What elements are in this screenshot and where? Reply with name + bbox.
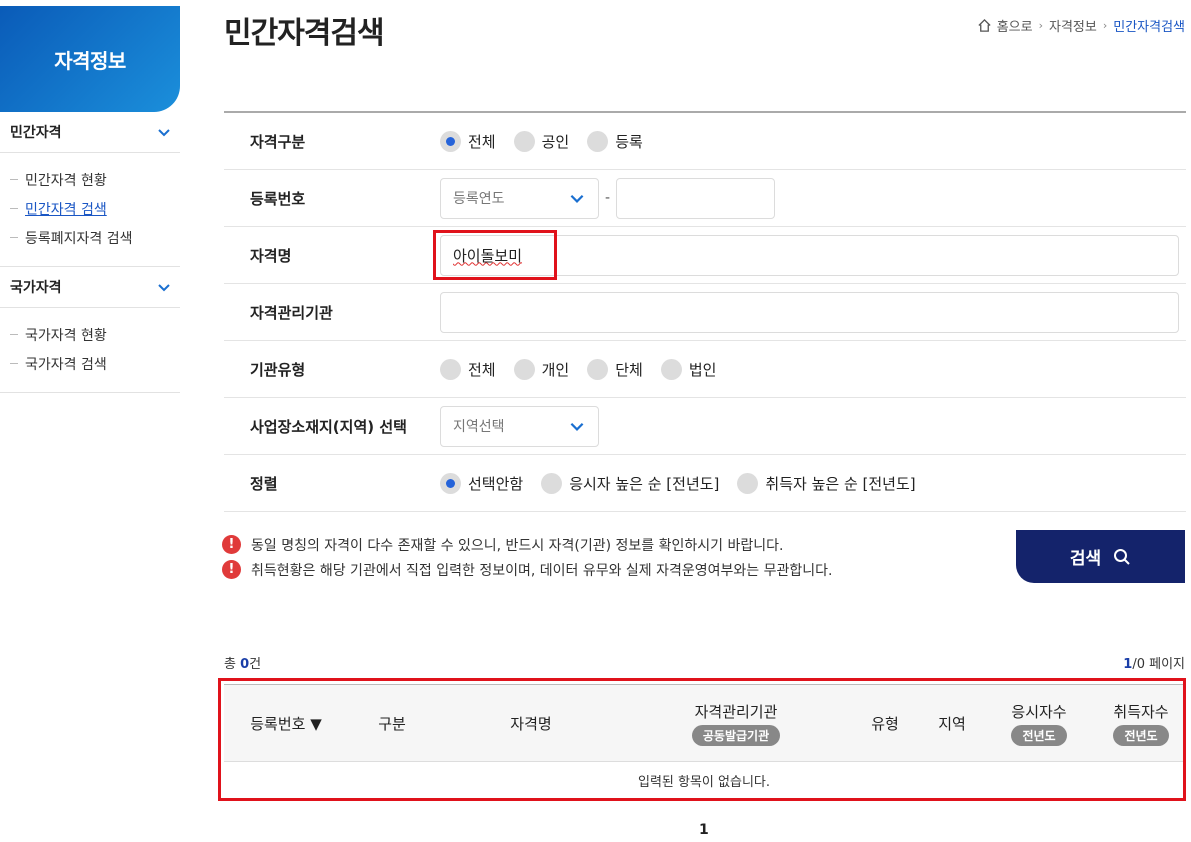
sidebar-group-head-private[interactable]: 민간자격	[0, 111, 180, 153]
sidebar-group-head-national[interactable]: 국가자격	[0, 266, 180, 308]
sidebar-sublist: 민간자격 현황 민간자격 검색 등록폐지자격 검색	[0, 153, 180, 267]
page-title: 민간자격검색	[224, 16, 385, 51]
radio-sort-none[interactable]: 선택안함	[440, 472, 523, 494]
agency-label: 자격관리기관	[250, 303, 333, 322]
dash-icon	[10, 237, 18, 238]
radio-dot	[737, 472, 759, 494]
radio-category-certified[interactable]: 공인	[513, 130, 569, 152]
region-label: 사업장소재지(지역) 선택	[250, 417, 407, 436]
sidebar-item-national-search[interactable]: 국가자격 검색	[0, 349, 180, 378]
dash-icon	[10, 334, 18, 335]
notice-list: ! 동일 명칭의 자격이 다수 존재할 수 있으니, 반드시 자격(기관) 정보…	[222, 532, 832, 582]
exclamation-icon: !	[222, 560, 241, 579]
radio-sort-acquirers[interactable]: 취득자 높은 순 [전년도]	[737, 472, 916, 494]
highlight-box	[218, 678, 1186, 801]
sidebar-title: 자격정보	[0, 6, 180, 112]
region-select[interactable]: 지역선택	[440, 405, 599, 447]
form-row-reg-number: 등록번호 등록연도 -	[224, 170, 1186, 227]
reg-year-select[interactable]: 등록연도	[440, 177, 599, 219]
breadcrumb-separator-icon: ›	[1038, 19, 1043, 32]
sidebar-item-private-search[interactable]: 민간자격 검색	[0, 194, 180, 223]
exclamation-icon: !	[222, 535, 241, 554]
pagination-current[interactable]: 1	[699, 822, 709, 838]
highlight-box	[433, 229, 557, 280]
form-row-agency: 자격관리기관	[224, 284, 1186, 341]
radio-agency-type-group[interactable]: 단체	[587, 358, 643, 380]
home-icon	[978, 18, 991, 32]
form-row-category: 자격구분 전체 공인 등록	[224, 113, 1186, 170]
radio-category-all[interactable]: 전체	[440, 130, 496, 152]
reg-number-input[interactable]	[616, 177, 776, 219]
sidebar-sublist: 국가자격 현황 국가자격 검색	[0, 308, 180, 393]
radio-agency-type-all[interactable]: 전체	[440, 358, 496, 380]
search-form: 자격구분 전체 공인 등록 등록번호 등록연도 - 자격명 아이돌보미 자격관리…	[224, 111, 1186, 512]
breadcrumb-home[interactable]: 홈으로	[997, 16, 1033, 35]
search-button[interactable]: 검색	[1016, 530, 1185, 583]
sidebar-group-label: 민간자격	[10, 124, 62, 141]
form-row-region: 사업장소재지(지역) 선택 지역선택	[224, 398, 1186, 455]
radio-dot	[587, 130, 609, 152]
breadcrumb-separator-icon: ›	[1102, 19, 1108, 32]
chevron-down-icon	[570, 194, 584, 203]
breadcrumb-section[interactable]: 자격정보	[1049, 16, 1097, 35]
name-input-wrap: 아이돌보미	[433, 229, 1179, 280]
agency-type-label: 기관유형	[250, 360, 306, 379]
radio-sort-applicants[interactable]: 응시자 높은 순 [전년도]	[541, 472, 719, 494]
radio-dot	[440, 130, 461, 152]
radio-dot	[440, 358, 461, 380]
dash-icon	[10, 208, 18, 209]
breadcrumb-current[interactable]: 민간자격검색	[1113, 16, 1185, 35]
chevron-down-icon	[570, 422, 584, 431]
notice-item: ! 취득현황은 해당 기관에서 직접 입력한 정보이며, 데이터 유무와 실제 …	[222, 557, 832, 582]
reg-number-label: 등록번호	[250, 189, 306, 208]
radio-dot	[440, 472, 461, 494]
sidebar-group-national: 국가자격 국가자격 현황 국가자격 검색	[0, 266, 180, 393]
sidebar-item-private-status[interactable]: 민간자격 현황	[0, 165, 180, 194]
result-total: 총 0건	[224, 657, 262, 672]
result-count: 0	[240, 657, 250, 672]
notice-item: ! 동일 명칭의 자격이 다수 존재할 수 있으니, 반드시 자격(기관) 정보…	[222, 532, 832, 557]
sidebar-group-private: 민간자격 민간자격 현황 민간자격 검색 등록폐지자격 검색	[0, 111, 180, 267]
name-label: 자격명	[250, 246, 292, 265]
form-row-name: 자격명 아이돌보미	[224, 227, 1186, 284]
sidebar-item-revoked-search[interactable]: 등록폐지자격 검색	[0, 223, 180, 252]
agency-input[interactable]	[440, 291, 1179, 333]
chevron-down-icon	[158, 128, 170, 136]
category-label: 자격구분	[250, 132, 306, 151]
sidebar-item-national-status[interactable]: 국가자격 현황	[0, 320, 180, 349]
radio-dot	[660, 358, 682, 380]
chevron-down-icon	[158, 283, 170, 291]
reg-number-separator: -	[605, 190, 611, 206]
form-row-sort: 정렬 선택안함 응시자 높은 순 [전년도] 취득자 높은 순 [전년도]	[224, 455, 1186, 512]
sidebar-group-label: 국가자격	[10, 279, 62, 296]
radio-dot	[587, 358, 609, 380]
radio-category-registered[interactable]: 등록	[587, 130, 643, 152]
dash-icon	[10, 179, 18, 180]
radio-dot	[513, 130, 535, 152]
dash-icon	[10, 363, 18, 364]
radio-dot	[541, 472, 563, 494]
sort-label: 정렬	[250, 474, 278, 493]
breadcrumb: 홈으로 › 자격정보 › 민간자격검색	[977, 16, 1185, 35]
radio-dot	[513, 358, 535, 380]
search-icon	[1114, 548, 1130, 565]
form-row-agency-type: 기관유형 전체 개인 단체 법인	[224, 341, 1186, 398]
page-indicator: 1/0 페이지	[1123, 657, 1185, 672]
radio-agency-type-corporation[interactable]: 법인	[660, 358, 716, 380]
radio-agency-type-individual[interactable]: 개인	[513, 358, 569, 380]
